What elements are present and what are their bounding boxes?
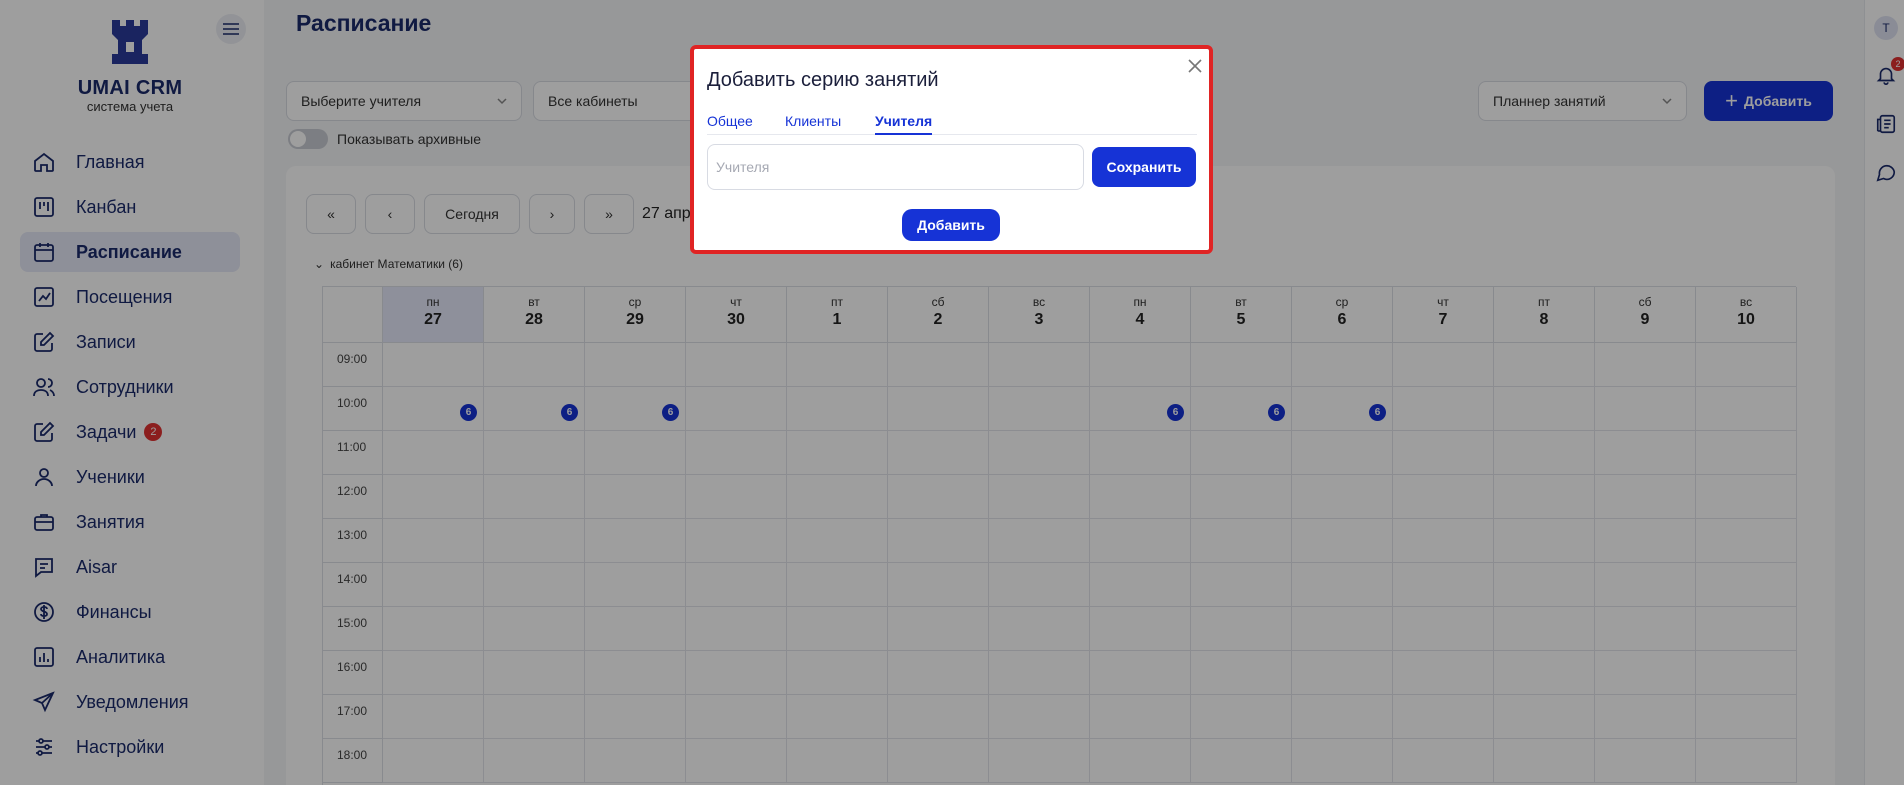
tab-clients[interactable]: Клиенты	[785, 113, 841, 129]
add-series-modal: Добавить серию занятий Общее Клиенты Учи…	[690, 45, 1213, 254]
close-icon[interactable]	[1186, 57, 1204, 75]
tab-general[interactable]: Общее	[707, 113, 753, 129]
save-button[interactable]: Сохранить	[1092, 147, 1196, 187]
teachers-input[interactable]	[707, 144, 1084, 190]
modal-title: Добавить серию занятий	[707, 69, 939, 91]
modal-tabs: Общее Клиенты Учителя	[707, 109, 1197, 135]
modal-add-button[interactable]: Добавить	[902, 209, 1000, 241]
tab-teachers[interactable]: Учителя	[875, 113, 933, 135]
